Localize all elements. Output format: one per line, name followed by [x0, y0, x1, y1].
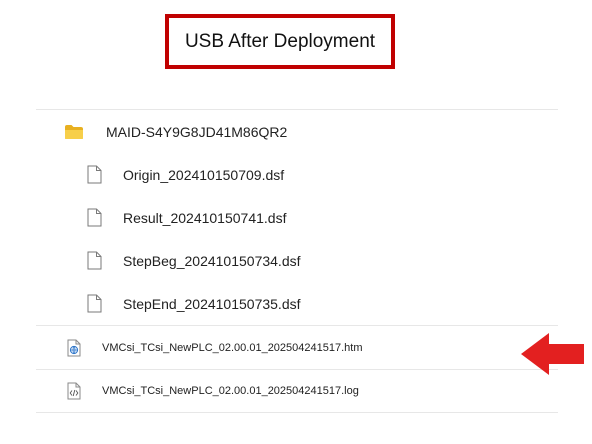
folder-row[interactable]: MAID-S4Y9G8JD41M86QR2: [36, 109, 558, 153]
file-icon: [87, 251, 102, 270]
file-name: Origin_202410150709.dsf: [123, 166, 285, 183]
left-arrow-icon: [519, 331, 586, 382]
file-icon: [87, 208, 102, 227]
file-name: StepBeg_202410150734.dsf: [123, 252, 301, 269]
file-row[interactable]: StepEnd_202410150735.dsf: [36, 282, 558, 325]
file-list: MAID-S4Y9G8JD41M86QR2 Origin_20241015070…: [36, 109, 558, 413]
file-row[interactable]: VMCsi_TCsi_NewPLC_02.00.01_202504241517.…: [36, 369, 558, 413]
file-name: StepEnd_202410150735.dsf: [123, 295, 301, 312]
folder-icon: [64, 124, 84, 140]
html-file-icon: [67, 339, 81, 357]
file-name: Result_202410150741.dsf: [123, 209, 287, 226]
file-row[interactable]: StepBeg_202410150734.dsf: [36, 239, 558, 282]
file-icon: [87, 165, 102, 184]
file-row[interactable]: Origin_202410150709.dsf: [36, 153, 558, 196]
title-callout: USB After Deployment: [165, 14, 395, 69]
file-name: VMCsi_TCsi_NewPLC_02.00.01_202504241517.…: [102, 385, 359, 397]
code-file-icon: [67, 382, 81, 400]
page-title: USB After Deployment: [184, 30, 376, 52]
folder-name: MAID-S4Y9G8JD41M86QR2: [106, 123, 288, 140]
file-row[interactable]: Result_202410150741.dsf: [36, 196, 558, 239]
file-row[interactable]: VMCsi_TCsi_NewPLC_02.00.01_202504241517.…: [36, 325, 558, 369]
file-name: VMCsi_TCsi_NewPLC_02.00.01_202504241517.…: [102, 341, 363, 354]
file-icon: [87, 294, 102, 313]
